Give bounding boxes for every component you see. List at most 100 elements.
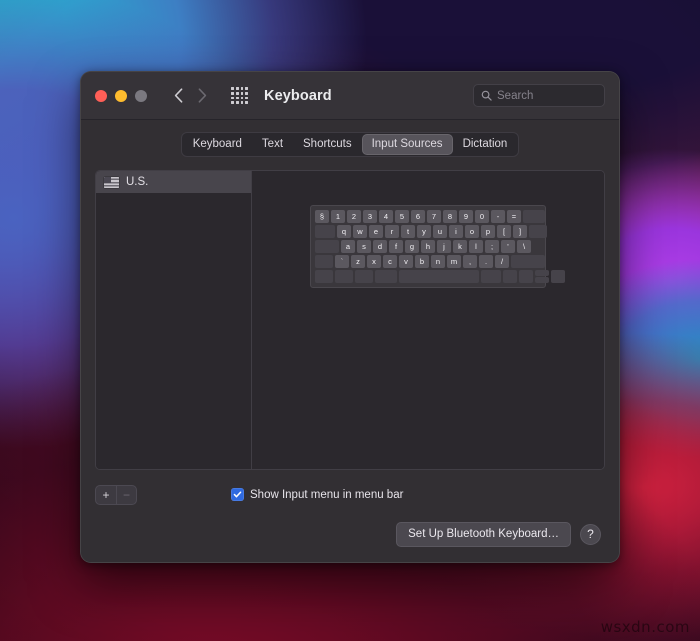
panel-controls-row: + − Show Input menu in menu bar xyxy=(95,470,605,510)
key: w xyxy=(353,225,367,238)
desktop-background: wsxd n. c o m Keyboard Search Keyboard Text … xyxy=(0,0,700,641)
input-source-list[interactable]: U.S. xyxy=(96,171,252,469)
list-item[interactable]: U.S. xyxy=(96,171,251,193)
key: j xyxy=(437,240,451,253)
search-field[interactable] xyxy=(473,84,605,107)
key: 9 xyxy=(459,210,473,223)
key-tab xyxy=(315,225,335,238)
key: t xyxy=(401,225,415,238)
search-input[interactable] xyxy=(497,89,597,102)
key: i xyxy=(449,225,463,238)
key: , xyxy=(463,255,477,268)
key: - xyxy=(491,210,505,223)
key-delete xyxy=(523,210,545,223)
key-arrow-left xyxy=(519,270,533,283)
key: p xyxy=(481,225,495,238)
key-option-right xyxy=(503,270,517,283)
help-button[interactable]: ? xyxy=(580,523,601,545)
key-arrow-right xyxy=(551,270,565,283)
key: 2 xyxy=(347,210,361,223)
key: . xyxy=(479,255,493,268)
key: n xyxy=(431,255,445,268)
key: h xyxy=(421,240,435,253)
show-input-menu-checkbox-row[interactable]: Show Input menu in menu bar xyxy=(231,488,403,501)
key: u xyxy=(433,225,447,238)
chevron-left-icon[interactable] xyxy=(169,85,187,107)
tab-group: Keyboard Text Shortcuts Input Sources Di… xyxy=(180,132,520,157)
close-icon[interactable] xyxy=(95,89,107,102)
navigation-buttons xyxy=(169,85,211,107)
key-return-upper xyxy=(529,225,547,238)
key: ] xyxy=(513,225,527,238)
key-shift-left xyxy=(315,255,333,268)
key: o xyxy=(465,225,479,238)
key: z xyxy=(351,255,365,268)
window-body: Keyboard Text Shortcuts Input Sources Di… xyxy=(81,120,619,510)
key: g xyxy=(405,240,419,253)
tab-dictation[interactable]: Dictation xyxy=(453,134,518,155)
key-arrow-up xyxy=(535,270,549,276)
preference-tabbar: Keyboard Text Shortcuts Input Sources Di… xyxy=(95,132,605,157)
keyboard-graphic: § 1 2 3 4 5 6 7 8 9 0 - = q w e r t y u … xyxy=(310,205,565,288)
key-command-right xyxy=(481,270,501,283)
add-input-source-button[interactable]: + xyxy=(96,486,116,504)
key: y xyxy=(417,225,431,238)
search-icon xyxy=(481,90,492,101)
key: 6 xyxy=(411,210,425,223)
key: 1 xyxy=(331,210,345,223)
tab-shortcuts[interactable]: Shortcuts xyxy=(293,134,362,155)
keyboard-row-shift: ` z x c v b n m , . / xyxy=(315,255,545,268)
key: m xyxy=(447,255,461,268)
key: ' xyxy=(501,240,515,253)
key: e xyxy=(369,225,383,238)
key: \ xyxy=(517,240,531,253)
key-command-left xyxy=(375,270,397,283)
key: 4 xyxy=(379,210,393,223)
key: r xyxy=(385,225,399,238)
input-sources-panel: U.S. § 1 2 3 4 5 6 7 8 9 0 - = q w e r t… xyxy=(95,170,605,470)
key: k xyxy=(453,240,467,253)
key: s xyxy=(357,240,371,253)
chevron-right-icon[interactable] xyxy=(193,85,211,107)
key-arrow-down xyxy=(535,277,549,283)
key: 7 xyxy=(427,210,441,223)
key-arrow-updown xyxy=(535,270,549,283)
window-footer: Set Up Bluetooth Keyboard… ? xyxy=(81,510,619,562)
traffic-lights xyxy=(95,89,147,102)
us-flag-icon xyxy=(104,176,119,188)
tab-text[interactable]: Text xyxy=(252,134,293,155)
keyboard-preferences-window: Keyboard Keyboard Text Shortcuts Input S… xyxy=(80,71,620,563)
window-titlebar: Keyboard xyxy=(81,72,619,120)
key-control xyxy=(335,270,353,283)
key: § xyxy=(315,210,329,223)
keyboard-row-numbers: § 1 2 3 4 5 6 7 8 9 0 - = xyxy=(315,210,545,223)
keyboard-row-modifiers xyxy=(315,270,565,283)
key: ` xyxy=(335,255,349,268)
key: 5 xyxy=(395,210,409,223)
input-source-label: U.S. xyxy=(126,176,149,188)
show-all-grid-icon[interactable] xyxy=(231,87,248,104)
minimize-icon[interactable] xyxy=(115,89,127,102)
window-title: Keyboard xyxy=(264,87,332,104)
set-up-bluetooth-keyboard-button[interactable]: Set Up Bluetooth Keyboard… xyxy=(396,521,571,547)
key: d xyxy=(373,240,387,253)
checkbox-checked-icon[interactable] xyxy=(231,488,244,501)
key: 0 xyxy=(475,210,489,223)
key: c xyxy=(383,255,397,268)
key: v xyxy=(399,255,413,268)
keyboard-row-qwerty: q w e r t y u i o p [ ] xyxy=(315,225,547,238)
key: [ xyxy=(497,225,511,238)
key: q xyxy=(337,225,351,238)
key-option-left xyxy=(355,270,373,283)
key-fn xyxy=(315,270,333,283)
checkbox-label: Show Input menu in menu bar xyxy=(250,488,404,501)
keyboard-row-home: a s d f g h j k l ; ' \ xyxy=(315,240,541,253)
tab-input-sources[interactable]: Input Sources xyxy=(361,134,453,155)
key: b xyxy=(415,255,429,268)
keyboard-layout-preview: § 1 2 3 4 5 6 7 8 9 0 - = q w e r t y u … xyxy=(252,171,604,469)
zoom-icon[interactable] xyxy=(135,89,147,102)
add-remove-segmented-control: + − xyxy=(95,484,137,505)
tab-keyboard[interactable]: Keyboard xyxy=(183,134,252,155)
key: x xyxy=(367,255,381,268)
remove-input-source-button[interactable]: − xyxy=(116,485,136,504)
